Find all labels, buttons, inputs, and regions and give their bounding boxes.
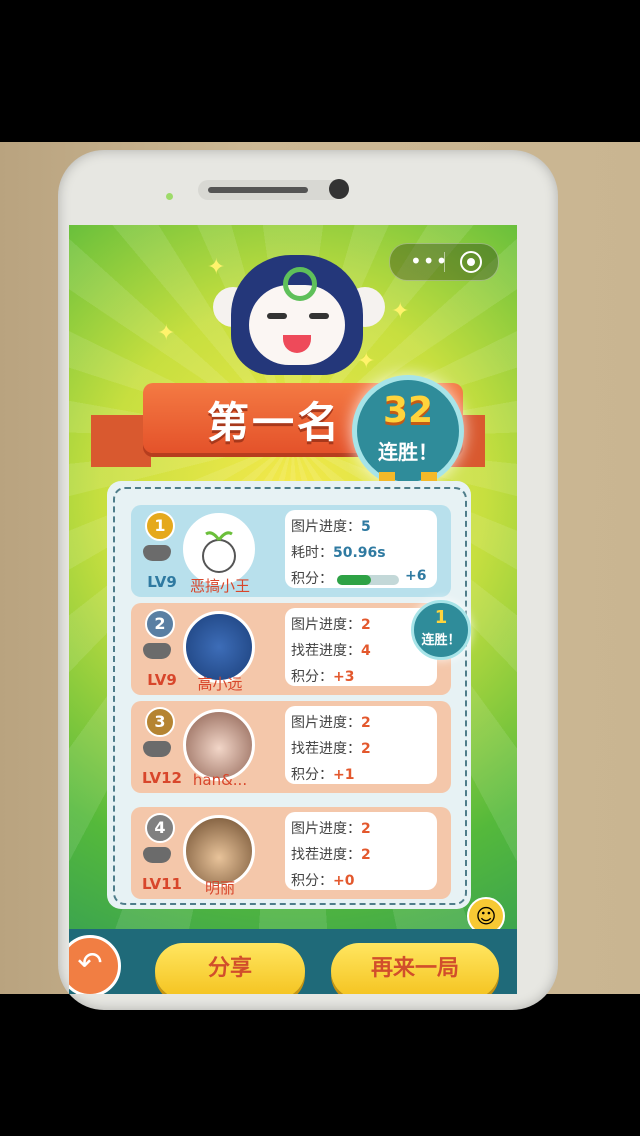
stat-label: 找茬进度： xyxy=(291,847,361,863)
player-row: 2 LV9 高小远 图片进度：2 找茬进度：4 积分：+3 xyxy=(131,603,451,695)
mascot-right-eye xyxy=(309,313,329,319)
stat-label: 积分： xyxy=(291,571,333,587)
speaker-slot xyxy=(208,187,308,193)
stat-value: 5 xyxy=(361,519,371,535)
player-name: 高小远 xyxy=(197,675,243,693)
stat-value: 2 xyxy=(361,821,371,837)
rank-badge: 4 xyxy=(145,813,175,843)
sparkle-star-icon: ✦ xyxy=(357,349,376,374)
player-row: 3 LV12 han&... 图片进度：2 找茬进度：2 积分：+1 xyxy=(131,701,451,793)
stat-line: 积分： xyxy=(291,568,333,588)
stat-label: 图片进度： xyxy=(291,715,361,731)
stat-label: 图片进度： xyxy=(291,617,361,633)
stat-line: 图片进度：2 xyxy=(291,818,371,838)
stat-value: +0 xyxy=(333,873,355,889)
stat-line: 图片进度：2 xyxy=(291,712,371,732)
player-stats: 图片进度：2 找茬进度：2 积分：+0 xyxy=(285,812,437,890)
stat-value: 2 xyxy=(361,741,371,757)
mascot-left-eye xyxy=(267,313,287,319)
streak-medal: 32 连胜！ xyxy=(352,375,464,496)
player-row: 4 LV11 明丽 图片进度：2 找茬进度：2 积分：+0 xyxy=(131,807,451,899)
small-streak-number: 1 xyxy=(434,607,448,628)
stat-line: 找茬进度：4 xyxy=(291,640,371,660)
player-name: 明丽 xyxy=(204,879,235,897)
more-dots-icon[interactable]: ••• xyxy=(410,249,448,273)
lips-icon xyxy=(143,741,171,757)
player-name: 恶搞小王 xyxy=(189,577,250,595)
game-screen: ••• ✦ ✦ ✦ ✦ 第一名 32 连胜！ 1 LV9 恶搞小王 图片进度：5… xyxy=(69,225,517,994)
player-stats: 图片进度：2 找茬进度：2 积分：+1 xyxy=(285,706,437,784)
phone-led xyxy=(166,193,173,200)
stat-value: 4 xyxy=(361,643,371,659)
score-progress-bar xyxy=(337,575,399,585)
lips-icon xyxy=(143,847,171,863)
stat-label: 耗时： xyxy=(291,545,333,561)
stat-line: 积分：+3 xyxy=(291,666,354,686)
stat-line: 找茬进度：2 xyxy=(291,738,371,758)
stat-label: 积分： xyxy=(291,873,333,889)
rank-badge: 1 xyxy=(145,511,175,541)
stat-score: +6 xyxy=(405,568,426,584)
streak-number: 32 xyxy=(382,390,434,431)
stat-line: 找茬进度：2 xyxy=(291,844,371,864)
sparkle-star-icon: ✦ xyxy=(207,255,226,280)
player-name: han&... xyxy=(192,771,248,789)
rank-badge: 3 xyxy=(145,707,175,737)
player-stats: 图片进度：5 耗时：50.96s 积分： +6 xyxy=(285,510,437,588)
stat-line: 耗时：50.96s xyxy=(291,542,386,562)
stat-label: 找茬进度： xyxy=(291,741,361,757)
mascot-ring-ornament xyxy=(283,267,317,301)
stat-line: 图片进度：2 xyxy=(291,614,371,634)
stat-value: +3 xyxy=(333,669,355,685)
stat-label: 积分： xyxy=(291,669,333,685)
stat-label: 图片进度： xyxy=(291,821,361,837)
sprout-avatar-icon xyxy=(202,531,236,573)
sparkle-star-icon: ✦ xyxy=(391,299,410,324)
mascot-character xyxy=(213,255,385,400)
ribbon-tail-left xyxy=(91,415,151,467)
stat-line: 图片进度：5 xyxy=(291,516,371,536)
streak-label: 连胜！ xyxy=(378,440,438,464)
sparkle-star-icon: ✦ xyxy=(157,321,176,346)
score-progress-fill xyxy=(337,575,372,585)
mini-program-capsule: ••• xyxy=(389,243,499,281)
small-streak-medal: 1 连胜！ xyxy=(411,600,471,660)
stat-label: 图片进度： xyxy=(291,519,361,535)
stat-value: 50.96s xyxy=(333,545,386,561)
rank-badge: 2 xyxy=(145,609,175,639)
stat-line: 积分：+1 xyxy=(291,764,354,784)
stat-value: +6 xyxy=(405,568,427,584)
capsule-divider xyxy=(444,252,445,272)
stat-line: 积分：+0 xyxy=(291,870,354,890)
small-streak-label: 连胜！ xyxy=(421,633,461,648)
stat-value: 2 xyxy=(361,617,371,633)
play-again-button[interactable]: 再来一局 xyxy=(331,943,499,994)
stat-label: 积分： xyxy=(291,767,333,783)
stat-value: 2 xyxy=(361,715,371,731)
lips-icon xyxy=(143,643,171,659)
stat-value: 2 xyxy=(361,847,371,863)
stat-value: +1 xyxy=(333,767,355,783)
lips-icon xyxy=(143,545,171,561)
share-button[interactable]: 分享 xyxy=(155,943,305,994)
front-camera xyxy=(329,179,349,199)
stat-label: 找茬进度： xyxy=(291,643,361,659)
player-row: 1 LV9 恶搞小王 图片进度：5 耗时：50.96s 积分： +6 xyxy=(131,505,451,597)
rank-title: 第一名 xyxy=(207,398,343,447)
target-close-icon[interactable] xyxy=(460,251,482,273)
